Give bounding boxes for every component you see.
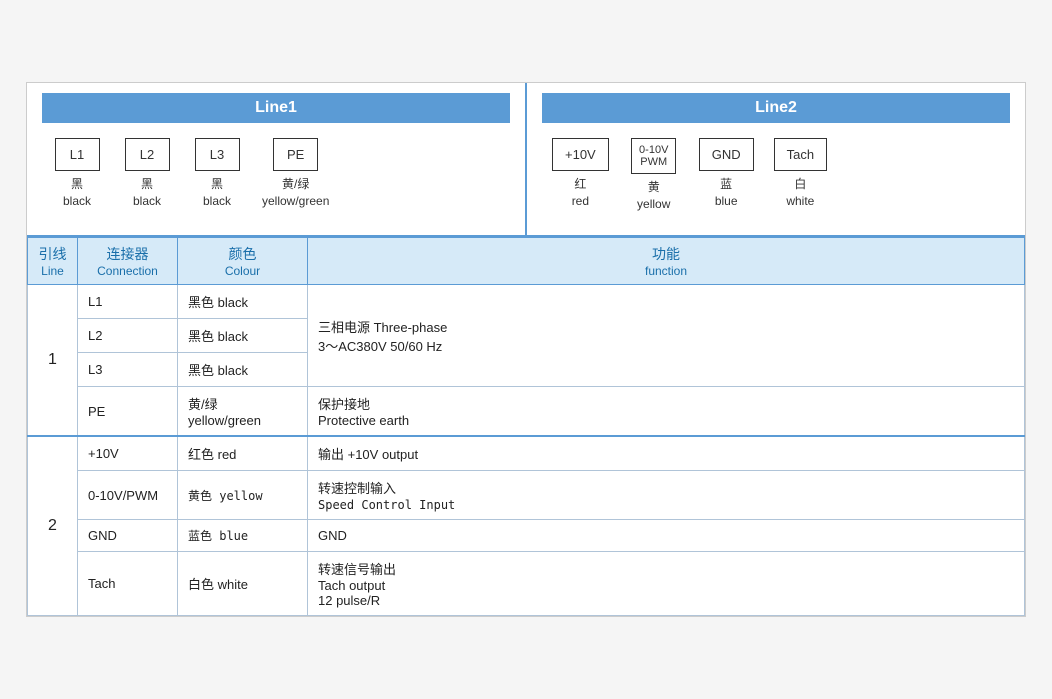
connector-10V-box: +10V <box>552 138 609 171</box>
conn-L2: L2 <box>78 319 178 353</box>
connector-10V: +10V 红 red <box>552 138 609 210</box>
connector-L2-box: L2 <box>125 138 170 171</box>
table-row: PE 黄/绿yellow/green 保护接地Protective earth <box>28 387 1025 437</box>
line1-header: Line1 <box>42 93 510 123</box>
conn-10V: +10V <box>78 436 178 471</box>
connector-L2: L2 黑 black <box>122 138 172 210</box>
connector-PE: PE 黄/绿 yellow/green <box>262 138 329 210</box>
color-L1: 黑色 black <box>178 285 308 319</box>
func-PE: 保护接地Protective earth <box>308 387 1025 437</box>
th-function: 功能 function <box>308 238 1025 285</box>
connector-10V-label: 红 red <box>572 176 589 210</box>
conn-GND: GND <box>78 520 178 552</box>
color-L3: 黑色 black <box>178 353 308 387</box>
connector-GND-label: 蓝 blue <box>715 176 738 210</box>
color-PE: 黄/绿yellow/green <box>178 387 308 437</box>
table-header-row: 引线 Line 连接器 Connection 颜色 Colour 功能 func… <box>28 238 1025 285</box>
table-section: 引线 Line 连接器 Connection 颜色 Colour 功能 func… <box>27 237 1025 616</box>
connector-L3-box: L3 <box>195 138 240 171</box>
connector-L1-label: 黑 black <box>63 176 91 210</box>
table-row: Tach 白色 white 转速信号输出 Tach output 12 puls… <box>28 552 1025 616</box>
connector-PE-box: PE <box>273 138 318 171</box>
line2-connectors: +10V 红 red 0-10VPWM 黄 yellow GND <box>542 138 1010 213</box>
line-group-2: 2 <box>28 436 78 616</box>
line2-header: Line2 <box>542 93 1010 123</box>
th-colour: 颜色 Colour <box>178 238 308 285</box>
table-row: 1 L1 黑色 black 三相电源 Three-phase3～AC380V 5… <box>28 285 1025 319</box>
diagram-section: Line1 L1 黑 black L2 黑 black <box>27 83 1025 238</box>
connector-PWM-label: 黄 yellow <box>637 179 670 213</box>
table-row: GND 蓝色 blue GND <box>28 520 1025 552</box>
connector-L2-label: 黑 black <box>133 176 161 210</box>
connector-L3: L3 黑 black <box>192 138 242 210</box>
conn-L1: L1 <box>78 285 178 319</box>
conn-PWM: 0-10V/PWM <box>78 471 178 520</box>
connector-L1: L1 黑 black <box>52 138 102 210</box>
line1-connectors: L1 黑 black L2 黑 black L3 黑 <box>42 138 510 210</box>
connector-L1-box: L1 <box>55 138 100 171</box>
connector-PWM: 0-10VPWM 黄 yellow <box>629 138 679 213</box>
th-connection: 连接器 Connection <box>78 238 178 285</box>
line2-diagram: Line2 +10V 红 red 0-10VPWM 黄 yellow <box>527 83 1025 236</box>
func-L123: 三相电源 Three-phase3～AC380V 50/60 Hz <box>308 285 1025 387</box>
func-Tach: 转速信号输出 Tach output 12 pulse/R <box>308 552 1025 616</box>
wiring-table: 引线 Line 连接器 Connection 颜色 Colour 功能 func… <box>27 237 1025 616</box>
color-Tach: 白色 white <box>178 552 308 616</box>
conn-PE: PE <box>78 387 178 437</box>
connector-Tach-box: Tach <box>774 138 827 171</box>
connector-GND-box: GND <box>699 138 754 171</box>
main-container: Line1 L1 黑 black L2 黑 black <box>26 82 1026 618</box>
connector-L3-label: 黑 black <box>203 176 231 210</box>
color-L2: 黑色 black <box>178 319 308 353</box>
table-row: 0-10V/PWM 黄色 yellow 转速控制输入 Speed Control… <box>28 471 1025 520</box>
line1-diagram: Line1 L1 黑 black L2 黑 black <box>27 83 527 236</box>
func-GND: GND <box>308 520 1025 552</box>
func-10V: 输出 +10V output <box>308 436 1025 471</box>
color-GND: 蓝色 blue <box>178 520 308 552</box>
color-PWM: 黄色 yellow <box>178 471 308 520</box>
connector-GND: GND 蓝 blue <box>699 138 754 210</box>
conn-L3: L3 <box>78 353 178 387</box>
connector-Tach: Tach 白 white <box>774 138 827 210</box>
color-10V: 红色 red <box>178 436 308 471</box>
func-PWM: 转速控制输入 Speed Control Input <box>308 471 1025 520</box>
connector-PE-label: 黄/绿 yellow/green <box>262 176 329 210</box>
line-group-1: 1 <box>28 285 78 437</box>
connector-PWM-box: 0-10VPWM <box>631 138 676 174</box>
connector-Tach-label: 白 white <box>786 176 814 210</box>
conn-Tach: Tach <box>78 552 178 616</box>
th-line: 引线 Line <box>28 238 78 285</box>
table-row: 2 +10V 红色 red 输出 +10V output <box>28 436 1025 471</box>
